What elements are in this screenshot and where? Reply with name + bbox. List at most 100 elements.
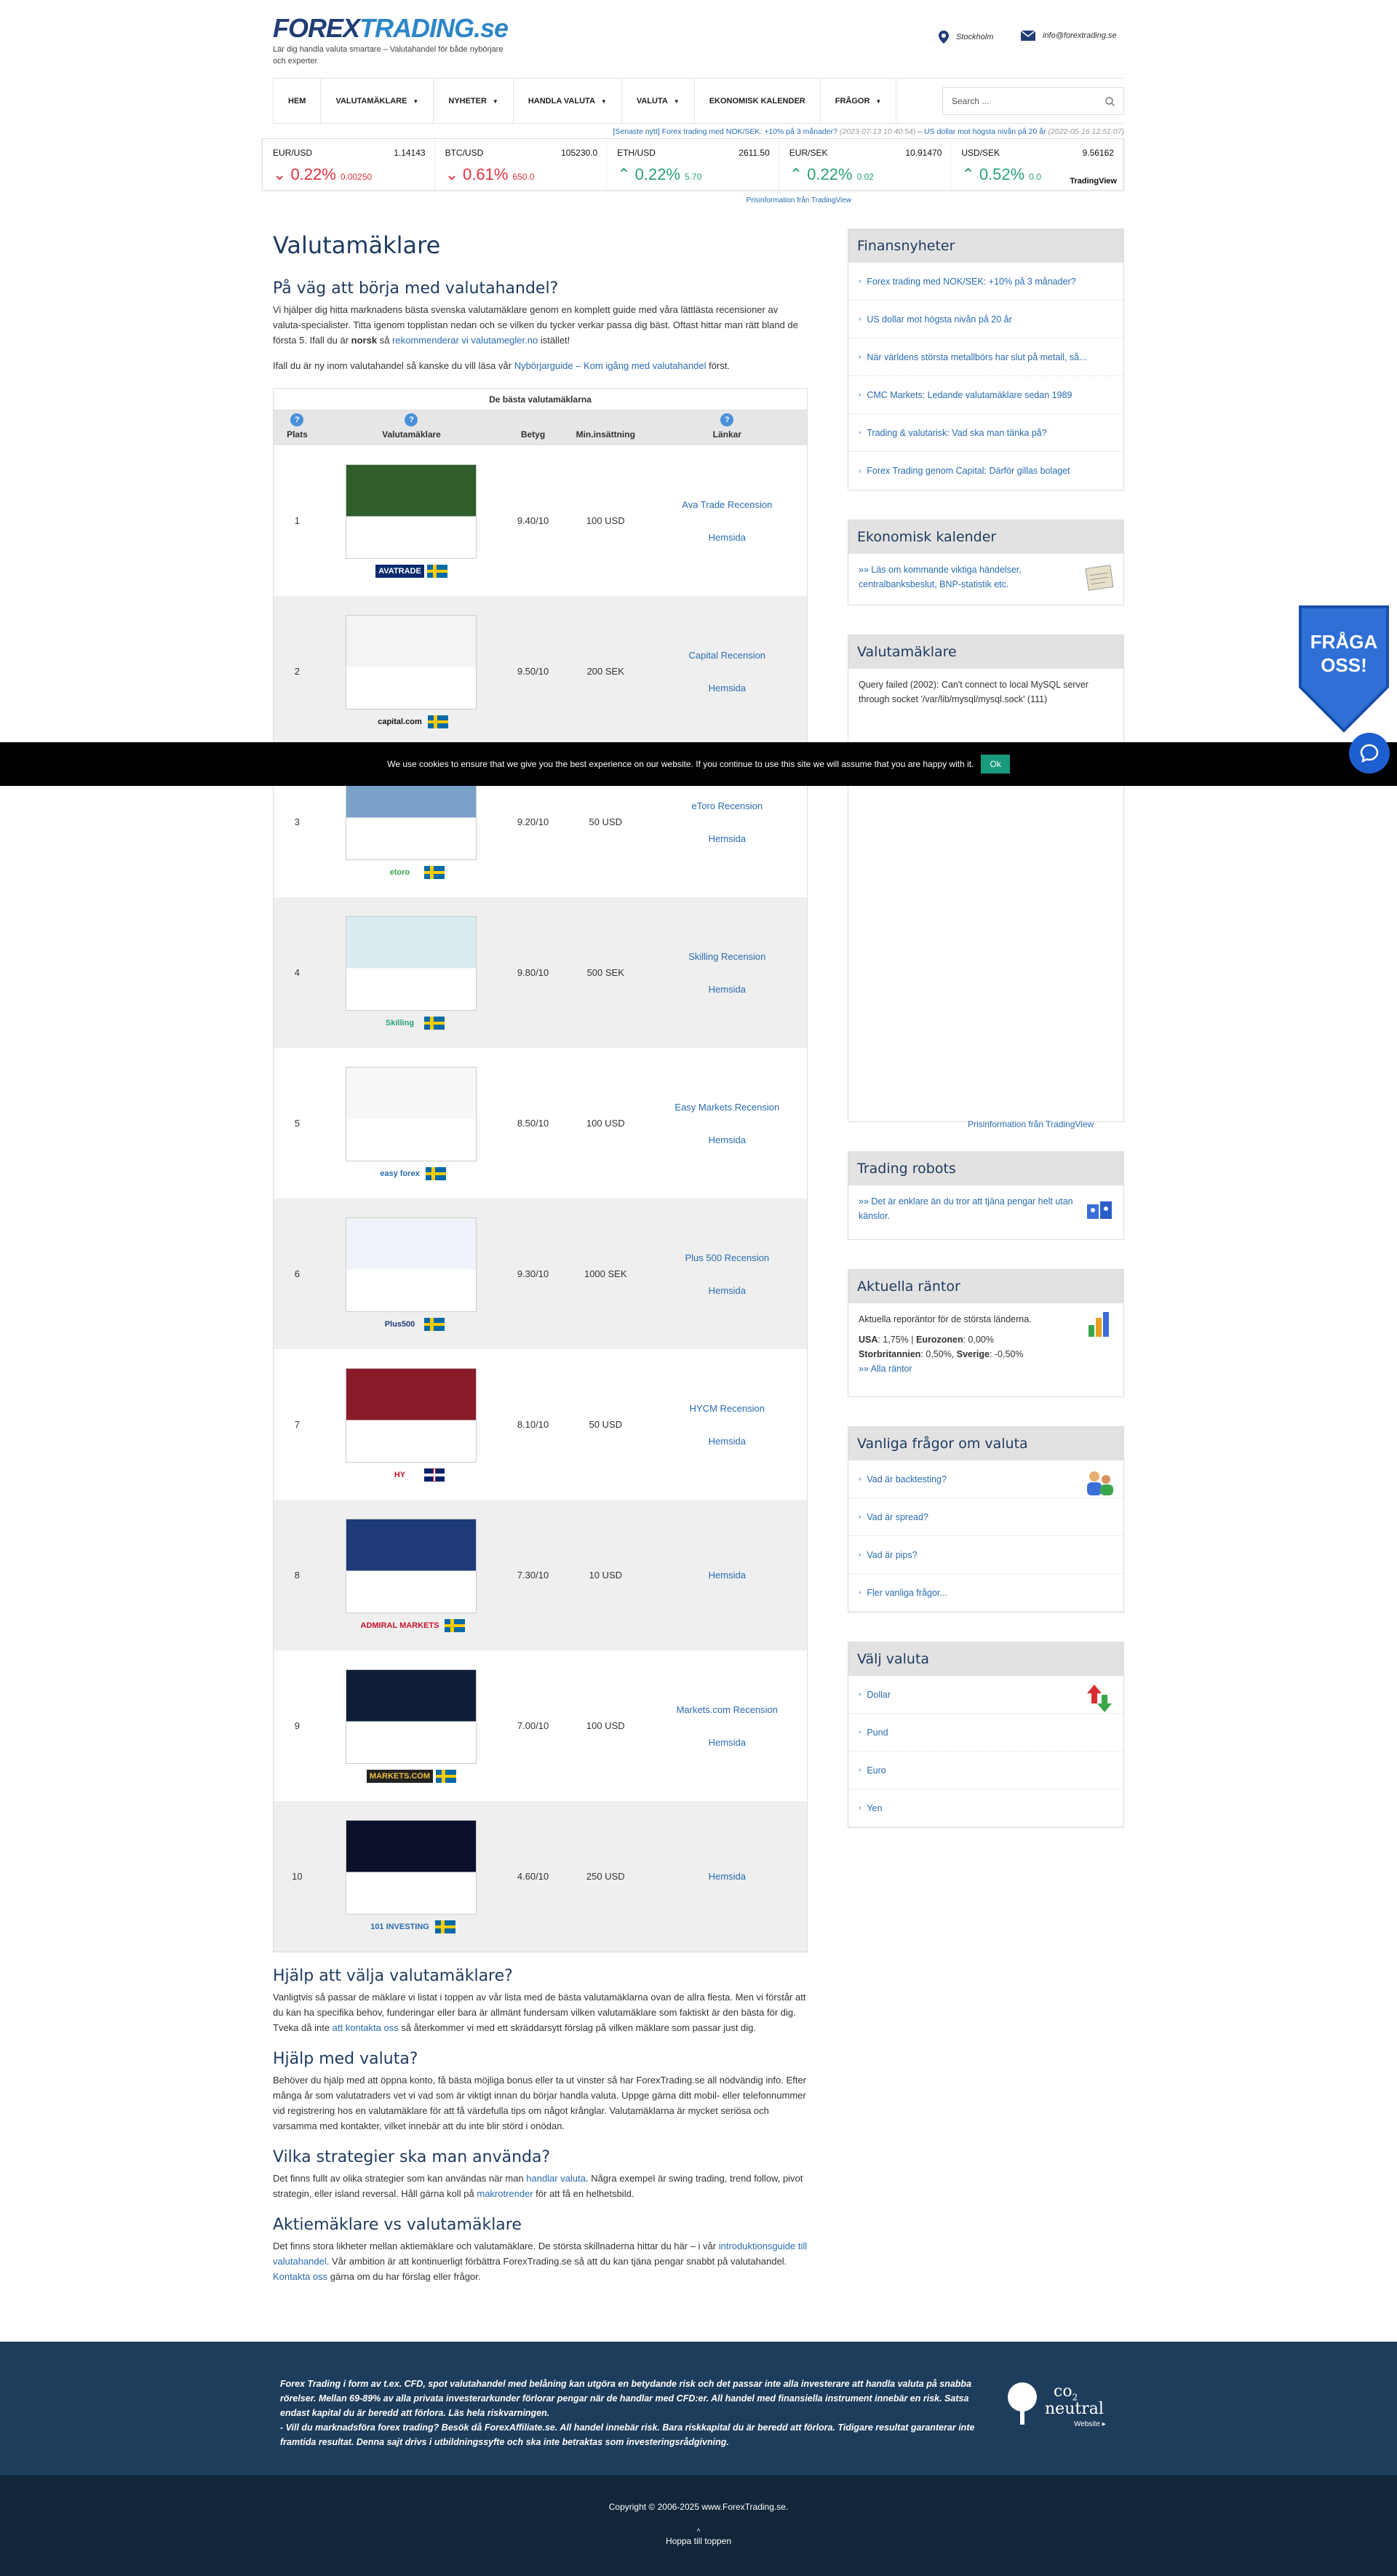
chevron-right-icon: › <box>859 1475 861 1483</box>
search-icon[interactable] <box>1105 96 1115 106</box>
ticker-item[interactable]: EUR/USD 1.14143 ⌄ 0.22% 0.00250 <box>263 139 435 190</box>
ticker-pct: 0.61% <box>463 165 509 183</box>
contact-link[interactable]: att kontakta oss <box>333 2022 399 2033</box>
broker-logo[interactable]: Skilling <box>378 1017 421 1030</box>
nav-item-valutamäklare[interactable]: VALUTAMÄKLARE ▼ <box>321 79 434 124</box>
table-row: 7 HY 8.10/10 50 USD HYCM Recension Hemsida <box>274 1349 807 1500</box>
price-ticker[interactable]: EUR/USD 1.14143 ⌄ 0.22% 0.00250 BTC/USD 105230… <box>262 138 1124 191</box>
email-link[interactable]: info@forextrading.se <box>1043 31 1117 40</box>
back-to-top-link[interactable]: Hoppa till toppen <box>0 2536 1397 2546</box>
contact-us-link[interactable]: Kontakta oss <box>273 2271 327 2282</box>
website-link[interactable]: Hemsida <box>709 1570 746 1581</box>
broker-logo[interactable]: ADMIRAL MARKETS <box>358 1619 442 1632</box>
help-icon[interactable]: ? <box>290 413 304 426</box>
news-item[interactable]: › Forex Trading genom Capital: Därför gil… <box>848 452 1123 490</box>
faq-item[interactable]: › Fler vanliga frågor... <box>848 1574 1123 1612</box>
broker-logo[interactable]: MARKETS.COM <box>366 1769 434 1783</box>
macro-trends-link[interactable]: makrotrender <box>477 2188 533 2199</box>
calendar-link[interactable]: »» Läs om kommande viktiga händelser, ce… <box>859 562 1048 592</box>
broker-screenshot[interactable] <box>346 1669 477 1764</box>
faq-item[interactable]: › Vad är spread? <box>848 1498 1123 1536</box>
review-link[interactable]: Ava Trade Recension <box>682 499 772 510</box>
review-link[interactable]: Plus 500 Recension <box>685 1252 769 1263</box>
faq-item[interactable]: › Vad är pips? <box>848 1536 1123 1574</box>
broker-screenshot[interactable] <box>346 1217 477 1312</box>
review-link[interactable]: HYCM Recension <box>690 1403 765 1414</box>
news-item[interactable]: › US dollar mot högsta nivån på 20 år <box>848 301 1123 338</box>
website-link[interactable]: Hemsida <box>709 1436 746 1447</box>
review-link[interactable]: Skilling Recension <box>688 951 765 962</box>
chat-button[interactable] <box>1349 733 1390 774</box>
valutamegler-link[interactable]: rekommenderar vi valutamegler.no <box>392 335 538 346</box>
nav-item-handla-valuta[interactable]: HANDLA VALUTA ▼ <box>514 79 622 124</box>
ticker-item[interactable]: EUR/SEK 10.91470 ⌃ 0.22% 0.02 <box>779 139 952 190</box>
chat-bubble-icon <box>1360 744 1379 763</box>
site-tagline: Lär dig handla valuta smartare – Valutah… <box>273 45 504 65</box>
website-link[interactable]: Hemsida <box>709 683 746 693</box>
search-input[interactable]: Search ... <box>942 87 1124 115</box>
ask-us-badge[interactable]: FRÅGA OSS! <box>1297 604 1390 734</box>
nav-item-ekonomisk-kalender[interactable]: EKONOMISK KALENDER <box>695 79 821 124</box>
ticker-item[interactable]: ETH/USD 2611.50 ⌃ 0.22% 5.70 <box>607 139 779 190</box>
tradingview-attribution[interactable]: Prisinformation från TradingView <box>0 196 851 204</box>
broker-screenshot[interactable] <box>346 464 477 559</box>
news-item[interactable]: › När världens största metallbörs har slu… <box>848 338 1123 376</box>
nav-item-hem[interactable]: HEM <box>273 79 322 124</box>
review-link[interactable]: Easy Markets Recension <box>674 1102 779 1113</box>
broker-screenshot[interactable] <box>346 614 477 709</box>
review-link[interactable]: eToro Recension <box>692 800 763 811</box>
site-logo[interactable]: FOREXTRADING.se <box>273 13 509 44</box>
website-link[interactable]: Hemsida <box>709 1134 746 1145</box>
website-link[interactable]: Hemsida <box>709 1285 746 1296</box>
broker-logo[interactable]: capital.com <box>375 715 425 728</box>
nav-item-frågor[interactable]: FRÅGOR ▼ <box>821 79 897 124</box>
broker-logo[interactable]: Plus500 <box>378 1318 421 1331</box>
table-row: 8 ADMIRAL MARKETS 7.30/10 10 USD Hemsida <box>274 1500 807 1650</box>
news-link-1[interactable]: Forex trading med NOK/SEK: +10% på 3 mån… <box>662 127 837 136</box>
website-link[interactable]: Hemsida <box>709 984 746 995</box>
news-item[interactable]: › Trading & valutarisk: Vad ska man tänka… <box>848 414 1123 452</box>
broker-logo[interactable]: AVATRADE <box>375 564 424 578</box>
trade-currency-link[interactable]: handlar valuta <box>526 2173 586 2184</box>
broker-screenshot[interactable] <box>346 1367 477 1463</box>
review-link[interactable]: Markets.com Recension <box>677 1704 778 1715</box>
min-deposit: 100 USD <box>586 1720 625 1731</box>
broker-screenshot[interactable] <box>346 1819 477 1915</box>
broker-logo[interactable]: HY <box>378 1468 421 1482</box>
broker-screenshot[interactable] <box>346 1518 477 1613</box>
website-link[interactable]: Hemsida <box>709 1871 746 1882</box>
robots-link[interactable]: »» Det är enklare än du tror att tjäna p… <box>859 1194 1077 1223</box>
help-icon[interactable]: ? <box>720 413 734 426</box>
broker-screenshot[interactable] <box>346 915 477 1011</box>
nav-item-nyheter[interactable]: NYHETER ▼ <box>434 79 514 124</box>
news-link-2[interactable]: US dollar mot högsta nivån på 20 år <box>924 127 1046 136</box>
broker-logo[interactable]: etoro <box>378 866 421 879</box>
all-rates-link[interactable]: »» Alla räntor <box>859 1364 912 1374</box>
arrow-up-icon: ⌃ <box>789 165 803 183</box>
tradingview-attribution-side[interactable]: Prisinformation från TradingView <box>968 1119 1094 1129</box>
nav-item-valuta[interactable]: VALUTA ▼ <box>622 79 695 124</box>
broker-logo[interactable]: easy forex <box>377 1167 422 1180</box>
cookie-ok-button[interactable]: Ok <box>981 755 1010 774</box>
broker-logo[interactable]: 101 INVESTING <box>367 1920 432 1933</box>
news-item[interactable]: › CMC Markets: Ledande valutamäklare seda… <box>848 376 1123 414</box>
website-link[interactable]: Hemsida <box>709 532 746 543</box>
website-link[interactable]: Hemsida <box>709 833 746 844</box>
email-info[interactable]: info@forextrading.se <box>1021 31 1117 41</box>
website-link[interactable]: Hemsida <box>709 1737 746 1748</box>
link-text: Forex Trading genom Capital: Därför gill… <box>867 466 1070 476</box>
broker-screenshot[interactable] <box>346 1066 477 1161</box>
help-icon[interactable]: ? <box>405 413 418 426</box>
news-item[interactable]: › Forex trading med NOK/SEK: +10% på 3 må… <box>848 263 1123 301</box>
ticker-item[interactable]: BTC/USD 105230.0 ⌄ 0.61% 650.0 <box>435 139 608 190</box>
currency-item[interactable]: › Yen <box>848 1789 1123 1827</box>
currency-item[interactable]: › Euro <box>848 1752 1123 1789</box>
ticker-item[interactable]: USD/SEK 9.56162 ⌃ 0.52% 0.0 TradingView <box>951 139 1123 190</box>
up-arrow-icon[interactable]: ^ <box>0 2528 1397 2536</box>
review-link[interactable]: Capital Recension <box>689 650 766 661</box>
rating: 9.80/10 <box>517 967 549 978</box>
currency-item[interactable]: › Pund <box>848 1714 1123 1752</box>
tradingview-logo[interactable]: TradingView <box>1070 177 1117 186</box>
beginner-guide-link[interactable]: Nybörjarguide – Kom igång med valutahand… <box>514 360 707 371</box>
co2-neutral-badge[interactable]: co2 neutral Website ▸ <box>1004 2378 1121 2436</box>
